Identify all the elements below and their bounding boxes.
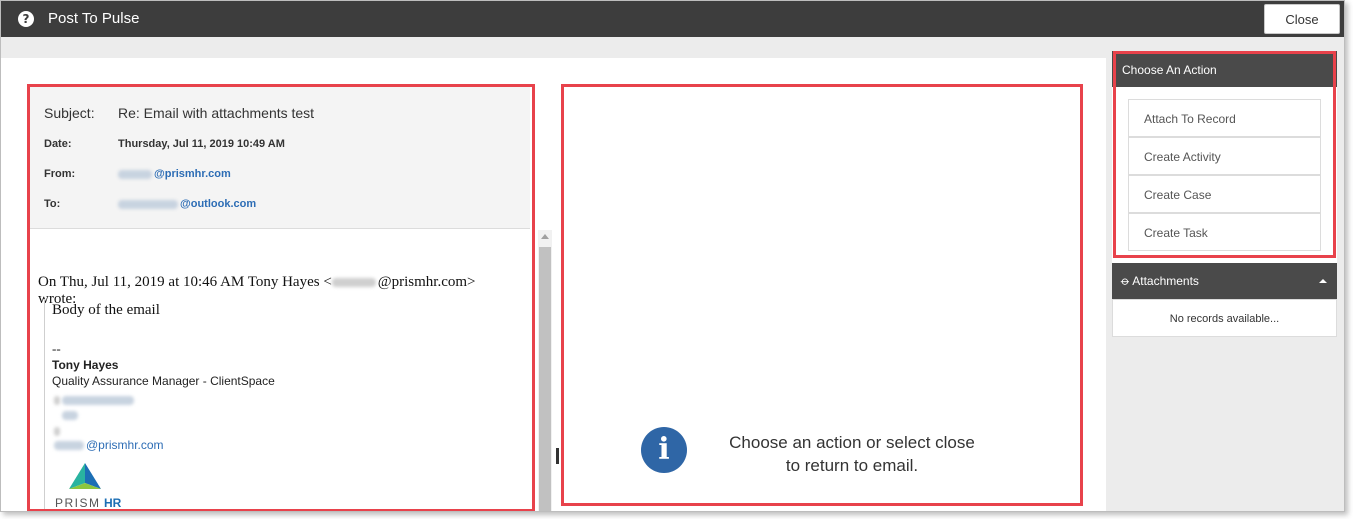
choose-action-header: Choose An Action <box>1112 51 1337 87</box>
email-scrollbar[interactable] <box>538 230 552 511</box>
subject-label: Subject: <box>44 105 95 121</box>
signature-email[interactable]: @prismhr.com <box>54 438 164 452</box>
signature-dash: -- <box>52 341 61 356</box>
signature-title: Quality Assurance Manager - ClientSpace <box>52 374 275 388</box>
post-to-pulse-window: ? Post To Pulse Close Subject: Re: Email… <box>0 0 1345 512</box>
create-case-button[interactable]: Create Case <box>1128 175 1321 213</box>
logo-text-left: PRISM <box>55 496 101 510</box>
redacted-text <box>54 441 84 451</box>
date-label: Date: <box>44 138 72 150</box>
create-task-button[interactable]: Create Task <box>1128 213 1321 251</box>
panel-splitter-handle[interactable] <box>556 448 559 464</box>
attachments-empty-message: No records available... <box>1112 299 1337 337</box>
redacted-text <box>118 169 152 179</box>
caret-up-icon[interactable] <box>1319 279 1327 283</box>
quoted-message: Body of the email -- Tony Hayes Quality … <box>44 299 504 511</box>
paperclip-icon: ⌀ <box>1118 273 1134 289</box>
from-domain: @prismhr.com <box>154 168 231 180</box>
attachments-header[interactable]: ⌀Attachments <box>1112 263 1337 299</box>
quote-intro-text: On Thu, Jul 11, 2019 at 10:46 AM Tony Ha… <box>38 274 332 290</box>
window-title: Post To Pulse <box>48 10 140 27</box>
redacted-line <box>62 407 80 425</box>
close-button[interactable]: Close <box>1264 4 1340 34</box>
info-message: Choose an action or select close to retu… <box>729 433 975 475</box>
attachments-title: Attachments <box>1132 274 1199 288</box>
date-value: Thursday, Jul 11, 2019 10:49 AM <box>118 138 285 150</box>
logo-text-right: HR <box>104 496 122 510</box>
question-circle-icon[interactable]: ? <box>18 11 34 27</box>
email-header: Subject: Re: Email with attachments test… <box>30 85 530 229</box>
redacted-text <box>118 199 178 209</box>
subject-value: Re: Email with attachments test <box>118 105 315 121</box>
to-domain: @outlook.com <box>180 198 257 210</box>
redacted-text <box>331 278 376 288</box>
scroll-thumb[interactable] <box>539 247 551 511</box>
quote-intro-domain: @prismhr.com> <box>377 274 476 290</box>
main-content: Subject: Re: Email with attachments test… <box>1 58 1106 511</box>
signature-name: Tony Hayes <box>52 358 119 372</box>
create-activity-button[interactable]: Create Activity <box>1128 137 1321 175</box>
title-bar: ? Post To Pulse Close <box>1 1 1344 37</box>
scroll-up-arrow-icon[interactable] <box>541 234 549 239</box>
action-panel: i Choose an action or select close to re… <box>564 85 1082 511</box>
prismhr-logo: PRISM HR <box>55 463 122 510</box>
redacted-text <box>62 411 78 421</box>
from-label: From: <box>44 168 76 180</box>
from-value[interactable]: @prismhr.com <box>118 168 231 180</box>
redacted-text <box>54 396 60 406</box>
info-circle-icon: i <box>641 427 687 473</box>
attach-to-record-button[interactable]: Attach To Record <box>1128 99 1321 137</box>
to-value[interactable]: @outlook.com <box>118 198 256 210</box>
to-label: To: <box>44 198 61 210</box>
redacted-text <box>62 396 134 406</box>
redacted-text <box>54 427 60 437</box>
email-body: On Thu, Jul 11, 2019 at 10:46 AM Tony Ha… <box>30 230 530 511</box>
body-text: Body of the email <box>52 302 160 318</box>
signature-email-domain: @prismhr.com <box>86 438 164 452</box>
email-preview-panel: Subject: Re: Email with attachments test… <box>30 85 554 511</box>
